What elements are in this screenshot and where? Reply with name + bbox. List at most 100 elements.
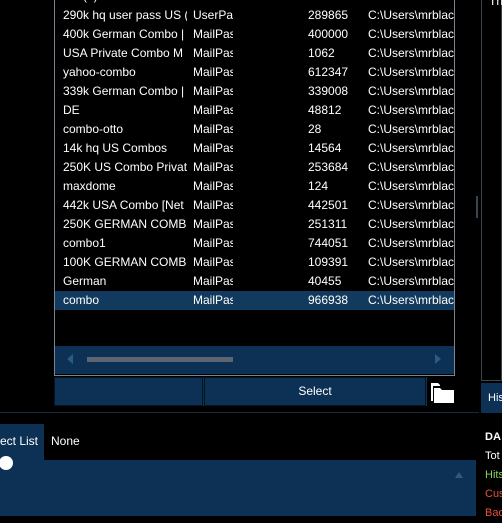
stats-title: DA bbox=[485, 431, 501, 443]
bottom-tabs: ect List None bbox=[0, 424, 479, 460]
combo-path: C:\Users\mrblac bbox=[368, 179, 454, 193]
combo-count: 442501 bbox=[308, 198, 349, 212]
list-item[interactable]: 339k German Combo | MailPas 339008 C:\Users… bbox=[55, 82, 454, 101]
open-folder-button[interactable] bbox=[427, 377, 456, 406]
combo-type: MailPas bbox=[193, 141, 233, 155]
combo-list-panel[interactable]: DE (2)MailPas1000C:\Users\mrblac290k hq … bbox=[54, 0, 455, 376]
combo-name: 290k hq user pass US ( bbox=[63, 8, 187, 22]
combo-type: MailPas bbox=[193, 46, 233, 60]
left-strip bbox=[0, 0, 54, 405]
list-item[interactable]: maxdome MailPas 124 C:\Users\mrblac bbox=[55, 177, 454, 196]
combo-name: 400k German Combo | bbox=[63, 27, 185, 41]
combo-path: C:\Users\mrblac bbox=[368, 8, 454, 22]
combo-type: MailPas bbox=[193, 236, 233, 250]
combo-type: MailPas bbox=[193, 274, 233, 288]
combo-count: 339008 bbox=[308, 84, 349, 98]
combo-count: 109391 bbox=[308, 255, 349, 269]
combo-name: 100K GERMAN COMB( bbox=[63, 255, 187, 269]
blank-button[interactable] bbox=[54, 377, 203, 406]
combo-type: MailPas bbox=[193, 122, 233, 136]
combo-name: combo-otto bbox=[63, 122, 124, 136]
right-panel-label: Th bbox=[489, 0, 502, 8]
arrow-left-icon[interactable] bbox=[67, 354, 73, 364]
stats-total: Tot bbox=[485, 450, 500, 462]
list-item[interactable]: 250K US Combo Privat MailPas 253684 C:\User… bbox=[55, 158, 454, 177]
combo-count: 612347 bbox=[308, 65, 349, 79]
combo-type: MailPas bbox=[193, 103, 233, 117]
combo-type: MailPas bbox=[193, 27, 233, 41]
combo-count: 124 bbox=[308, 179, 329, 193]
combo-count: 744051 bbox=[308, 236, 349, 250]
folder-icon bbox=[431, 383, 454, 403]
list-item[interactable]: 400k German Combo | MailPas 400000 C:\Users… bbox=[55, 25, 454, 44]
list-item[interactable]: USA Private Combo M MailPas 1062 C:\Users\m… bbox=[55, 44, 454, 63]
button-bar: Select bbox=[54, 377, 427, 406]
combo-path: C:\Users\mrblac bbox=[368, 255, 454, 269]
combo-count: 14564 bbox=[308, 141, 342, 155]
combo-name: combo1 bbox=[63, 236, 106, 250]
right-panel: Th bbox=[481, 0, 502, 381]
combo-name: yahoo-combo bbox=[63, 65, 136, 79]
list-item[interactable]: combo1 MailPas 744051 C:\Users\mrblac bbox=[55, 234, 454, 253]
combo-name: USA Private Combo M bbox=[63, 46, 184, 60]
combo-count: 40455 bbox=[308, 274, 342, 288]
tab-none[interactable]: None bbox=[51, 424, 80, 458]
combo-name: 250K US Combo Privat bbox=[63, 160, 187, 174]
combo-name: DE bbox=[63, 103, 80, 117]
combo-name: 442k USA Combo [Net bbox=[63, 198, 184, 212]
combo-type: MailPas bbox=[193, 217, 233, 231]
combo-count: 1062 bbox=[308, 46, 335, 60]
list-item[interactable]: 290k hq user pass US (UserPas 289865 C:\Us… bbox=[55, 6, 454, 25]
combo-path: C:\Users\mrblac bbox=[368, 84, 454, 98]
list-item[interactable]: 250K GERMAN COMB( MailPas 251311 C:\Users\m… bbox=[55, 215, 454, 234]
stats-hits: Hits bbox=[485, 469, 502, 481]
combo-path: C:\Users\mrblac bbox=[368, 141, 454, 155]
combo-count: 28 bbox=[308, 122, 322, 136]
combo-count: 400000 bbox=[308, 27, 349, 41]
tab-select-list[interactable]: ect List bbox=[0, 424, 44, 460]
scrollbar-thumb[interactable] bbox=[87, 357, 233, 362]
list-item[interactable]: DE MailPas 48812 C:\Users\mrblac bbox=[55, 101, 454, 120]
combo-path: C:\Users\mrblac bbox=[368, 217, 454, 231]
list-item[interactable]: yahoo-combo MailPas 612347 C:\Users\mrblac bbox=[55, 63, 454, 82]
combo-name: 14k hq US Combos bbox=[63, 141, 168, 155]
combo-path: C:\Users\mrblac bbox=[368, 103, 454, 117]
combo-count: 48812 bbox=[308, 103, 342, 117]
bottom-content-box[interactable] bbox=[0, 460, 476, 516]
arrow-up-icon[interactable] bbox=[455, 472, 463, 478]
combo-type: MailPas bbox=[193, 84, 233, 98]
splitter-handle[interactable] bbox=[476, 196, 478, 218]
combo-type: MailPas bbox=[193, 179, 233, 193]
list-item[interactable]: combo MailPas 966938 C:\Users\mrblac bbox=[55, 291, 454, 310]
combo-path: C:\Users\mrblac bbox=[368, 46, 454, 60]
combo-name: 250K GERMAN COMB( bbox=[63, 217, 187, 231]
combo-type: MailPas bbox=[193, 255, 233, 269]
combo-path: C:\Users\mrblac bbox=[368, 27, 454, 41]
stats-bad: Bad bbox=[485, 507, 502, 519]
combo-name: maxdome bbox=[63, 179, 116, 193]
stats-custom: Cus bbox=[485, 488, 502, 500]
tab-history[interactable]: His bbox=[481, 383, 502, 413]
combo-type: MailPas bbox=[193, 293, 233, 307]
list-item[interactable]: combo-otto MailPas 28 C:\Users\mrblac bbox=[55, 120, 454, 139]
list-item[interactable]: 100K GERMAN COMB( MailPas 109391 C:\Users\m… bbox=[55, 253, 454, 272]
combo-name: German bbox=[63, 274, 107, 288]
combo-list-rows[interactable]: DE (2)MailPas1000C:\Users\mrblac290k hq … bbox=[55, 0, 454, 345]
arrow-right-icon[interactable] bbox=[435, 354, 441, 364]
combo-type: MailPas bbox=[193, 65, 233, 79]
combo-path: C:\Users\mrblac bbox=[368, 160, 454, 174]
separator bbox=[0, 412, 479, 413]
combo-path: C:\Users\mrblac bbox=[368, 274, 454, 288]
combo-path: C:\Users\mrblac bbox=[368, 65, 454, 79]
combo-type: MailPas bbox=[193, 160, 233, 174]
list-item[interactable]: 442k USA Combo [Net MailPas 442501 C:\Users… bbox=[55, 196, 454, 215]
horizontal-scrollbar[interactable] bbox=[55, 346, 454, 374]
combo-count: 251311 bbox=[308, 217, 348, 231]
list-item[interactable]: German MailPas 40455 C:\Users\mrblac bbox=[55, 272, 454, 291]
list-item[interactable]: 14k hq US Combos MailPas 14564 C:\Users\mrb… bbox=[55, 139, 454, 158]
combo-count: 289865 bbox=[308, 8, 349, 22]
combo-type: MailPas bbox=[193, 198, 233, 212]
select-button[interactable]: Select bbox=[204, 377, 426, 406]
stats-panel: DA Tot Hits Cus Bad bbox=[485, 428, 502, 523]
combo-name: combo bbox=[63, 293, 100, 307]
